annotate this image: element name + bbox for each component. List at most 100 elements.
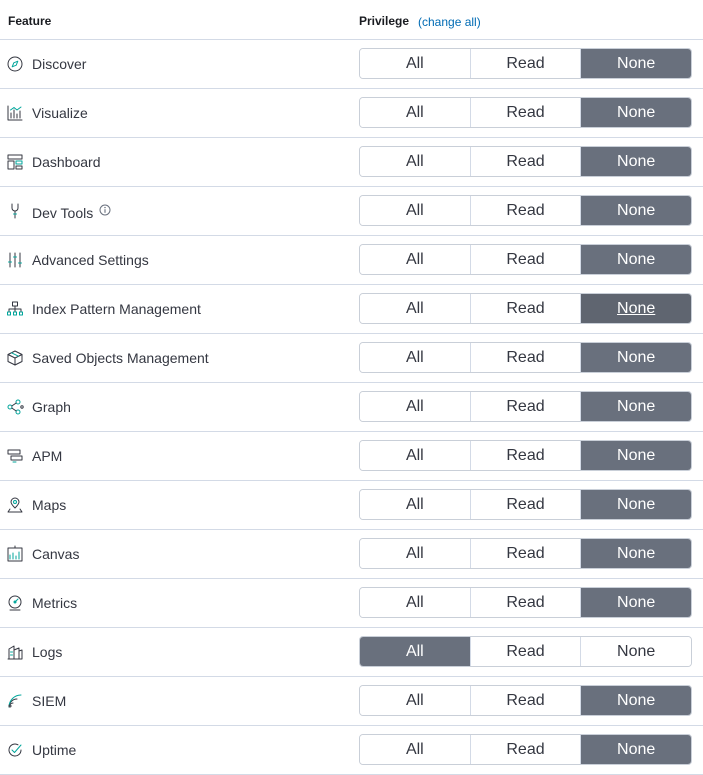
logs-icon xyxy=(6,643,24,661)
privilege-none-button[interactable]: None xyxy=(581,490,691,519)
privilege-toggle-group: All Read None xyxy=(359,342,692,373)
package-icon xyxy=(6,349,24,367)
compass-icon xyxy=(6,55,24,73)
privilege-all-button[interactable]: All xyxy=(360,343,471,372)
privilege-all-button[interactable]: All xyxy=(360,147,471,176)
privilege-read-button[interactable]: Read xyxy=(470,539,582,568)
privilege-none-button[interactable]: None xyxy=(581,686,691,715)
privilege-none-button[interactable]: None xyxy=(581,343,691,372)
feature-name-text: SIEM xyxy=(32,693,67,709)
privilege-all-button[interactable]: All xyxy=(360,637,471,666)
privilege-read-button[interactable]: Read xyxy=(470,343,582,372)
privilege-read-button[interactable]: Read xyxy=(470,294,582,323)
privilege-none-button[interactable]: None xyxy=(581,539,691,568)
privilege-all-button[interactable]: All xyxy=(360,441,471,470)
feature-name: Index Pattern Management xyxy=(32,301,201,317)
feature-name-text: Graph xyxy=(32,399,71,415)
privilege-read-button[interactable]: Read xyxy=(470,441,582,470)
privilege-read-button[interactable]: Read xyxy=(470,147,582,176)
privilege-none-button[interactable]: None xyxy=(581,735,691,764)
privilege-all-button[interactable]: All xyxy=(360,539,471,568)
privilege-none-button[interactable]: None xyxy=(581,294,691,323)
change-all-link[interactable]: (change all) xyxy=(418,15,481,29)
privilege-none-button[interactable]: None xyxy=(581,98,691,127)
privilege-all-button[interactable]: All xyxy=(360,686,471,715)
uptime-icon xyxy=(6,741,24,759)
privilege-all-button[interactable]: All xyxy=(360,98,471,127)
feature-row-metrics: Metrics All Read None xyxy=(0,579,703,628)
privilege-all-button[interactable]: All xyxy=(360,245,471,274)
feature-name-text: Metrics xyxy=(32,595,78,611)
apm-icon xyxy=(6,447,24,465)
privilege-column-header: Privilege xyxy=(359,14,410,28)
feature-name: Maps xyxy=(32,497,66,513)
privilege-read-button[interactable]: Read xyxy=(470,686,582,715)
privilege-all-button[interactable]: All xyxy=(360,735,471,764)
privilege-all-button[interactable]: All xyxy=(360,490,471,519)
feature-name-text: Canvas xyxy=(32,546,80,562)
privilege-none-button[interactable]: None xyxy=(581,147,691,176)
privilege-read-button[interactable]: Read xyxy=(470,196,582,225)
info-icon[interactable] xyxy=(99,203,111,219)
feature-name-text: APM xyxy=(32,448,63,464)
feature-row-canvas: Canvas All Read None xyxy=(0,530,703,579)
feature-name: Logs xyxy=(32,644,62,660)
privilege-all-button[interactable]: All xyxy=(360,294,471,323)
privilege-all-button[interactable]: All xyxy=(360,588,471,617)
privilege-toggle-group: All Read None xyxy=(359,440,692,471)
privilege-toggle-group: All Read None xyxy=(359,489,692,520)
feature-name-text: Uptime xyxy=(32,742,77,758)
feature-row-dev-tools: Dev Tools All Read None xyxy=(0,187,703,236)
feature-row-advanced-settings: Advanced Settings All Read None xyxy=(0,236,703,285)
privilege-toggle-group: All Read None xyxy=(359,97,692,128)
feature-name-text: Advanced Settings xyxy=(32,252,149,268)
privilege-read-button[interactable]: Read xyxy=(470,245,582,274)
privilege-none-button[interactable]: None xyxy=(581,49,691,78)
feature-name-text: Saved Objects Management xyxy=(32,350,209,366)
feature-row-siem: SIEM All Read None xyxy=(0,677,703,726)
privilege-all-button[interactable]: All xyxy=(360,49,471,78)
privilege-all-button[interactable]: All xyxy=(360,392,471,421)
privilege-read-button[interactable]: Read xyxy=(470,637,582,666)
privilege-read-button[interactable]: Read xyxy=(470,392,582,421)
feature-name: Canvas xyxy=(32,546,79,562)
privilege-none-button[interactable]: None xyxy=(581,196,691,225)
feature-name: Visualize xyxy=(32,105,88,121)
privilege-none-button[interactable]: None xyxy=(581,392,691,421)
feature-privilege-table: Feature Privilege (change all) Discover A… xyxy=(0,0,703,775)
privilege-none-button[interactable]: None xyxy=(581,441,691,470)
privilege-toggle-group: All Read None xyxy=(359,734,692,765)
privilege-read-button[interactable]: Read xyxy=(470,98,582,127)
feature-row-graph: Graph All Read None xyxy=(0,383,703,432)
privilege-all-button[interactable]: All xyxy=(360,196,471,225)
privilege-read-button[interactable]: Read xyxy=(470,490,582,519)
visualize-icon xyxy=(6,104,24,122)
privilege-none-button[interactable]: None xyxy=(581,245,691,274)
feature-name-text: Index Pattern Management xyxy=(32,301,201,317)
feature-name: APM xyxy=(32,448,62,464)
privilege-toggle-group: All Read None xyxy=(359,195,692,226)
feature-name: Uptime xyxy=(32,742,76,758)
feature-row-index-pattern-management: Index Pattern Management All Read None xyxy=(0,285,703,334)
feature-name-text: Visualize xyxy=(32,105,88,121)
map-pin-icon xyxy=(6,496,24,514)
feature-name: Advanced Settings xyxy=(32,252,149,268)
feature-name-text: Logs xyxy=(32,644,63,660)
privilege-read-button[interactable]: Read xyxy=(470,588,582,617)
feature-row-dashboard: Dashboard All Read None xyxy=(0,138,703,187)
privilege-read-button[interactable]: Read xyxy=(470,49,582,78)
feature-rows: Discover All Read None Visualize All Read None D… xyxy=(0,40,703,775)
index-pattern-icon xyxy=(6,300,24,318)
privilege-read-button[interactable]: Read xyxy=(470,735,582,764)
dashboard-icon xyxy=(6,153,24,171)
feature-name: Saved Objects Management xyxy=(32,350,209,366)
graph-icon xyxy=(6,398,24,416)
privilege-none-button[interactable]: None xyxy=(581,588,691,617)
sliders-icon xyxy=(6,251,24,269)
feature-name: Dev Tools xyxy=(32,203,111,221)
privilege-toggle-group: All Read None xyxy=(359,293,692,324)
privilege-none-button[interactable]: None xyxy=(581,637,691,666)
privilege-toggle-group: All Read None xyxy=(359,146,692,177)
feature-row-saved-objects-management: Saved Objects Management All Read None xyxy=(0,334,703,383)
privilege-toggle-group: All Read None xyxy=(359,391,692,422)
